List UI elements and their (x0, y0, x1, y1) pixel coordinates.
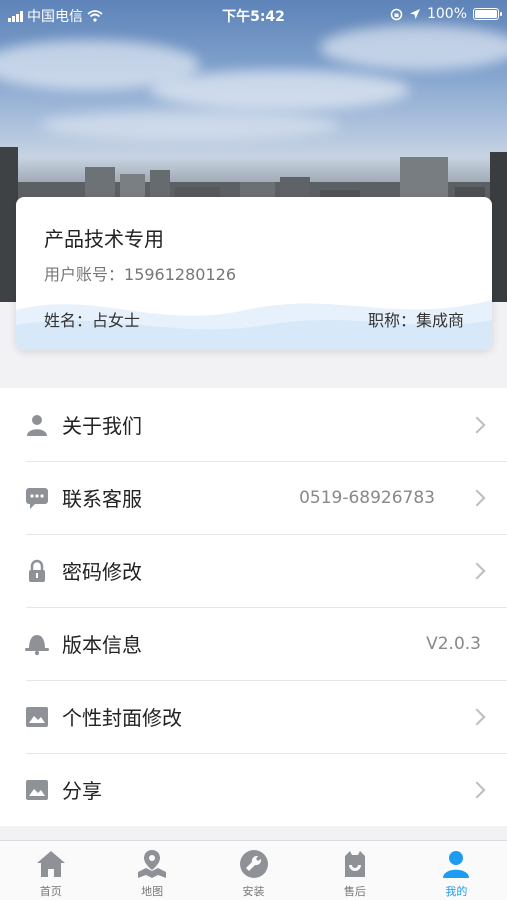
account-label: 用户账号： (44, 265, 125, 284)
tab-label: 我的 (445, 885, 468, 898)
bottom-tab-bar: 首页 地图 安装 售后 我的 (0, 840, 507, 900)
name-value: 占女士 (92, 311, 141, 330)
menu-item-password[interactable]: 密码修改 (0, 534, 507, 607)
tab-home[interactable]: 首页 (0, 841, 101, 900)
person-icon (24, 412, 50, 438)
battery-percent: 100% (426, 6, 467, 22)
tab-aftersales[interactable]: 售后 (304, 841, 405, 900)
service-icon (344, 851, 365, 877)
version-value: V2.0.3 (426, 633, 481, 654)
tab-label: 售后 (343, 885, 366, 898)
menu-label: 密码修改 (62, 560, 142, 584)
rotation-lock-icon (390, 8, 403, 20)
chevron-right-icon (468, 416, 486, 433)
menu-item-version[interactable]: 版本信息 V2.0.3 (0, 607, 507, 680)
menu-item-share[interactable]: 分享 (0, 753, 507, 826)
service-phone[interactable]: 0519-68926783 (299, 488, 435, 508)
location-icon (409, 9, 420, 19)
chevron-right-icon (468, 489, 486, 506)
image-icon (24, 777, 50, 803)
settings-menu: 关于我们 联系客服 0519-68926783 密码修改 版本信息 V2.0.3… (0, 388, 507, 826)
chat-icon (24, 485, 50, 511)
profile-title: 产品技术专用 (44, 227, 164, 251)
tab-label: 安装 (242, 885, 265, 898)
wrench-icon (239, 850, 268, 878)
menu-label: 联系客服 (62, 487, 142, 511)
profile-card: 产品技术专用 用户账号：15961280126 姓名：占女士 职称：集成商 (16, 197, 492, 350)
role-value: 集成商 (415, 311, 464, 330)
menu-label: 个性封面修改 (62, 706, 182, 730)
name-label: 姓名： (44, 311, 93, 330)
map-icon (138, 850, 167, 878)
menu-label: 分享 (62, 779, 102, 803)
battery-icon (473, 8, 502, 20)
chevron-right-icon (468, 781, 486, 798)
status-bar: 中国电信 下午5:42 100% (0, 0, 507, 28)
tab-install[interactable]: 安装 (203, 841, 304, 900)
tab-mine[interactable]: 我的 (406, 841, 507, 900)
image-icon (24, 704, 50, 730)
home-icon (36, 851, 65, 877)
tab-label: 地图 (141, 885, 164, 898)
lock-icon (24, 558, 50, 584)
menu-item-about[interactable]: 关于我们 (0, 388, 507, 461)
menu-label: 版本信息 (62, 633, 142, 657)
user-name: 姓名：占女士 (44, 307, 140, 331)
role-label: 职称： (367, 311, 416, 330)
tab-label: 首页 (39, 885, 62, 898)
menu-item-contact[interactable]: 联系客服 0519-68926783 (0, 461, 507, 534)
menu-item-cover[interactable]: 个性封面修改 (0, 680, 507, 753)
chevron-right-icon (468, 708, 486, 725)
bell-icon (24, 631, 50, 657)
user-role: 职称：集成商 (368, 307, 464, 331)
user-icon (443, 851, 470, 878)
tab-map[interactable]: 地图 (101, 841, 202, 900)
account-number: 15961280126 (124, 265, 236, 284)
menu-label: 关于我们 (62, 414, 142, 438)
chevron-right-icon (468, 562, 486, 579)
account-info: 用户账号：15961280126 (44, 261, 236, 285)
